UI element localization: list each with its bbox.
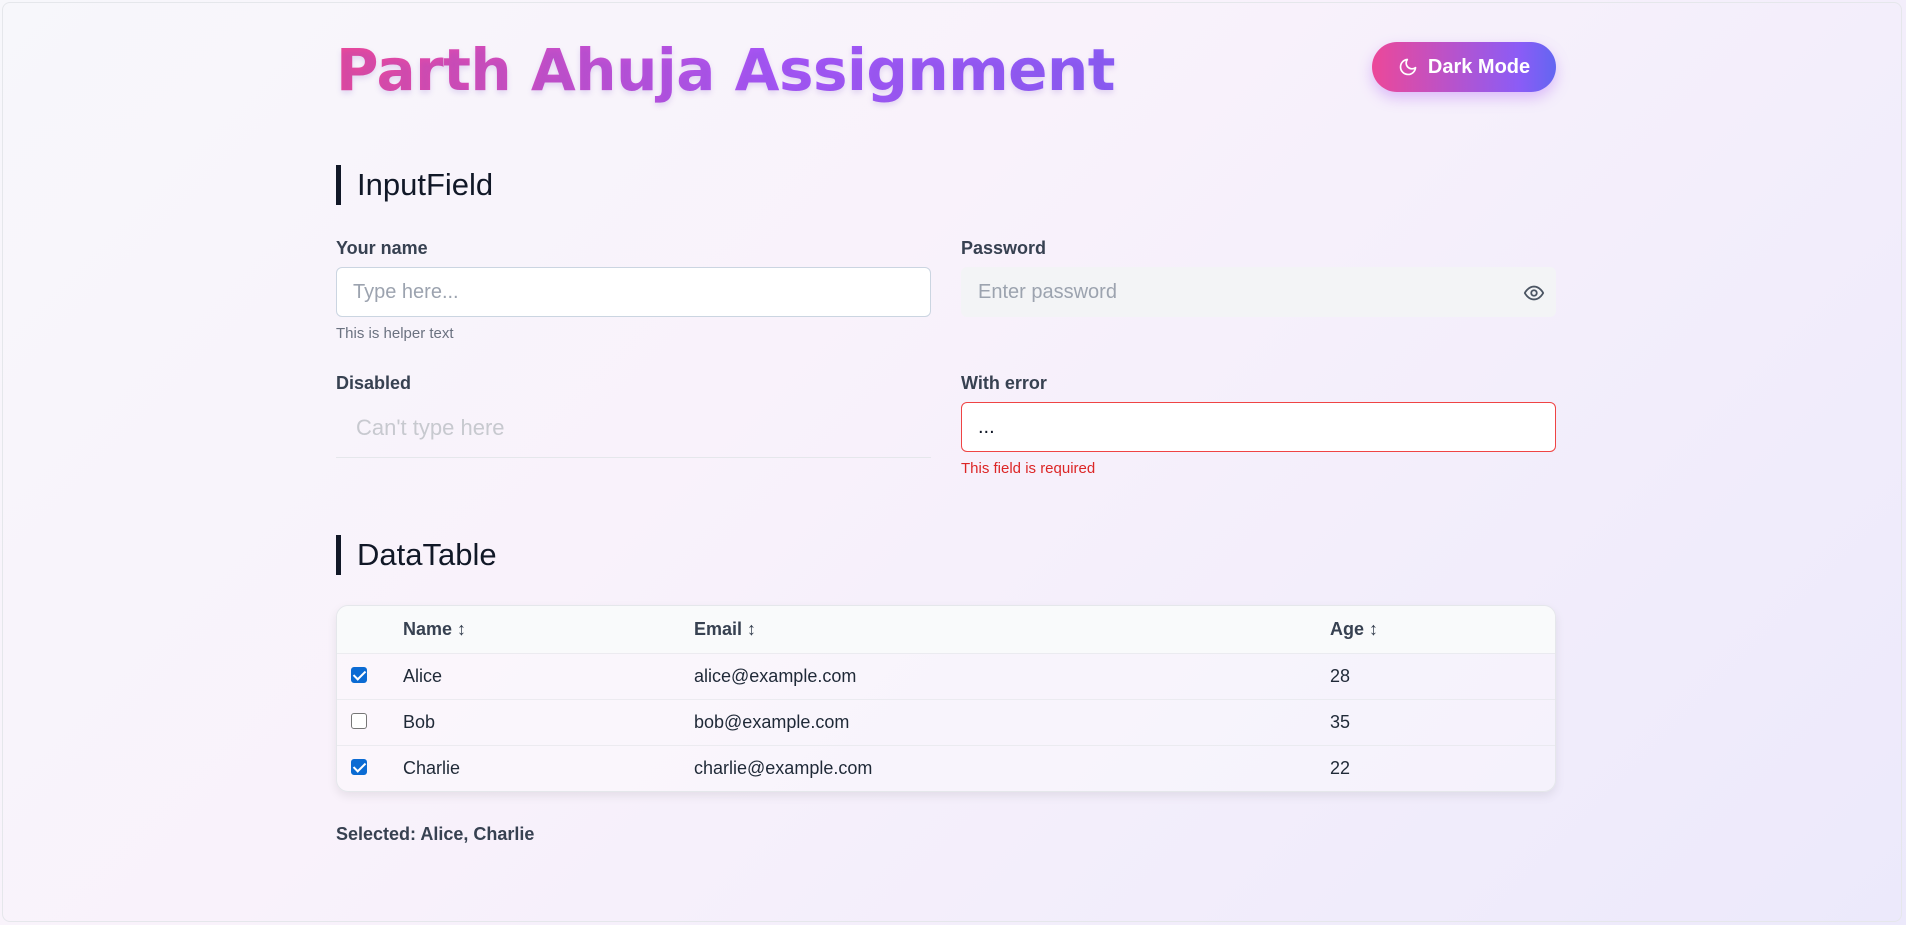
age-header-label: Age bbox=[1330, 618, 1365, 639]
row-name-cell: Alice bbox=[403, 665, 443, 686]
error-field-label: With error bbox=[961, 373, 1047, 393]
eye-icon[interactable] bbox=[1521, 280, 1547, 306]
sort-icon[interactable]: ↕ bbox=[747, 619, 756, 639]
table-row: Bob bob@example.com 35 bbox=[337, 699, 1555, 745]
error-field: With error This field is required bbox=[961, 373, 1556, 477]
disabled-field: Disabled bbox=[336, 373, 931, 458]
moon-icon bbox=[1398, 57, 1418, 77]
table-row: Charlie charlie@example.com 22 bbox=[337, 745, 1555, 791]
page-header: Parth Ahuja Assignment Dark Mode bbox=[336, 0, 1556, 140]
row-checkbox[interactable] bbox=[351, 712, 367, 729]
table-row: Alice alice@example.com 28 bbox=[337, 653, 1555, 699]
dark-mode-label: Dark Mode bbox=[1427, 55, 1531, 78]
password-input-wrapper bbox=[961, 267, 1556, 317]
name-header-label: Name bbox=[403, 618, 453, 639]
email-header-label: Email bbox=[694, 618, 743, 639]
row-email-cell: charlie@example.com bbox=[694, 757, 873, 778]
sort-icon[interactable]: ↕ bbox=[1369, 619, 1378, 639]
dark-mode-toggle-button[interactable]: Dark Mode bbox=[1372, 42, 1556, 92]
select-column-header bbox=[337, 606, 403, 653]
disabled-input-wrapper bbox=[336, 398, 931, 458]
row-age-cell: 28 bbox=[1330, 665, 1351, 686]
selected-summary: Selected: Alice, Charlie bbox=[336, 824, 535, 844]
page-title: Parth Ahuja Assignment bbox=[336, 36, 1116, 104]
error-input-wrapper bbox=[961, 402, 1556, 452]
password-field: Password bbox=[961, 238, 1556, 317]
row-name-cell: Charlie bbox=[403, 757, 461, 778]
disabled-input bbox=[356, 414, 915, 441]
password-input[interactable] bbox=[978, 280, 1539, 304]
data-table: Name ↕ Email ↕ Age ↕ Alice alice@example… bbox=[336, 605, 1556, 792]
name-field: Your name This is helper text bbox=[336, 238, 931, 342]
age-column-header[interactable]: Age ↕ bbox=[1330, 606, 1555, 653]
row-checkbox[interactable] bbox=[351, 759, 367, 775]
disabled-field-label: Disabled bbox=[336, 373, 412, 393]
name-column-header[interactable]: Name ↕ bbox=[403, 606, 694, 653]
row-age-cell: 35 bbox=[1330, 711, 1351, 732]
name-helper-text: This is helper text bbox=[336, 325, 454, 342]
sort-icon[interactable]: ↕ bbox=[457, 619, 466, 639]
row-name-cell: Bob bbox=[403, 711, 436, 732]
row-email-cell: bob@example.com bbox=[694, 711, 850, 732]
email-column-header[interactable]: Email ↕ bbox=[694, 606, 1330, 653]
table-header-row: Name ↕ Email ↕ Age ↕ bbox=[337, 606, 1555, 653]
inputfield-section-title: InputField bbox=[336, 165, 493, 205]
name-field-label: Your name bbox=[336, 238, 428, 258]
password-field-label: Password bbox=[961, 238, 1047, 258]
datatable-section-title: DataTable bbox=[336, 535, 497, 575]
error-message: This field is required bbox=[961, 460, 1096, 477]
main-container: Parth Ahuja Assignment Dark Mode InputFi… bbox=[336, 0, 1556, 844]
name-input-wrapper bbox=[336, 267, 931, 317]
error-input[interactable] bbox=[978, 415, 1539, 439]
row-age-cell: 22 bbox=[1330, 757, 1351, 778]
row-checkbox[interactable] bbox=[351, 666, 367, 683]
name-input[interactable] bbox=[353, 280, 914, 304]
row-email-cell: alice@example.com bbox=[694, 665, 857, 686]
